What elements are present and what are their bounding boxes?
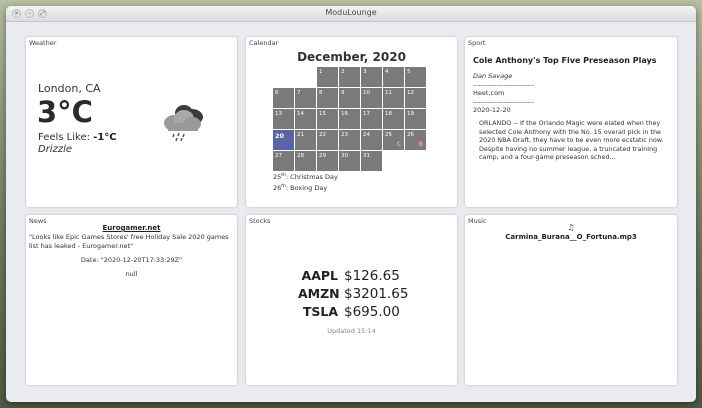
calendar-day[interactable]: 11 [383,88,404,108]
feels-like-label: Feels Like: [38,132,94,143]
stock-symbol: AAPL [301,268,338,283]
calendar-day[interactable]: 16 [339,109,360,129]
music-card: Music ♫ Carmina_Burana__O_Fortuna.mp3 [465,215,677,385]
holiday-item: 25th: Christmas Day [273,171,338,182]
stock-list: AAPL $126.65 AMZN $3201.65 TSLA $695.00 [298,268,408,322]
holiday-name: : Boxing Day [285,184,328,193]
stock-price: $695.00 [344,304,400,320]
sport-article-title[interactable]: Cole Anthony's Top Five Preseason Plays [473,56,656,65]
widget-grid: Weather London, CA 3°C Feels Like: -1°C … [26,37,682,387]
calendar-day[interactable]: 26 B [405,130,426,150]
calendar-day[interactable]: 1 [317,67,338,87]
calendar-day[interactable]: 9 [339,88,360,108]
calendar-day[interactable]: 27 [273,151,294,171]
holiday-item: 26th: Boxing Day [273,182,338,193]
calendar-holiday-list: 25th: Christmas Day 26th: Boxing Day [273,171,338,193]
holiday-marker: C [396,141,401,148]
sport-separator: -------------------------- [473,97,534,106]
calendar-label: Calendar [249,39,279,47]
calendar-day[interactable]: 22 [317,130,338,150]
calendar-day[interactable]: 2 [339,67,360,87]
calendar-day[interactable]: 12 [405,88,426,108]
stock-price: $126.65 [344,268,400,284]
sport-article-body: ORLANDO -- If the Orlando Magic were ela… [479,119,664,161]
holiday-marker: B [418,141,423,148]
stocks-label: Stocks [249,217,271,225]
calendar-day[interactable]: 15 [317,109,338,129]
weather-label: Weather [29,39,57,47]
weather-city: London, CA [38,82,101,95]
weather-feels-like: Feels Like: -1°C [38,132,117,143]
title-bar: × – ⤢ ModuLounge [6,6,696,22]
news-card: News Eurogamer.net "Looks like Epic Game… [26,215,237,385]
calendar-day[interactable]: 5 [405,67,426,87]
calendar-day-today[interactable]: 20 [273,130,294,150]
calendar-day[interactable]: 29 [317,151,338,171]
calendar-day[interactable]: 3 [361,67,382,87]
weather-card: Weather London, CA 3°C Feels Like: -1°C … [26,37,237,207]
calendar-day[interactable]: 31 [361,151,382,171]
sport-date: 2020-12-20 [473,106,511,114]
stock-row: TSLA $695.00 [298,304,408,322]
calendar-day[interactable]: 30 [339,151,360,171]
calendar-day[interactable]: 6 [273,88,294,108]
window-title: ModuLounge [325,8,377,17]
app-window: × – ⤢ ModuLounge Weather London, CA 3°C … [6,6,696,402]
sport-card: Sport Cole Anthony's Top Five Preseason … [465,37,677,207]
calendar-day[interactable]: 4 [383,67,404,87]
sport-separator: -------------------------- [473,80,534,89]
weather-description: Drizzle [38,144,73,155]
stock-symbol: TSLA [302,304,338,319]
stock-symbol: AMZN [298,286,340,301]
calendar-day[interactable]: 10 [361,88,382,108]
music-note-icon: ♫ [567,223,575,232]
calendar-day[interactable]: 17 [361,109,382,129]
stocks-updated-time: Updated 15:14 [327,327,376,335]
calendar-month-title: December, 2020 [297,50,406,64]
weather-temperature: 3°C [37,95,93,129]
sport-source: Heet.com [473,89,505,97]
music-track-name[interactable]: Carmina_Burana__O_Fortuna.mp3 [465,233,677,241]
calendar-day[interactable]: 18 [383,109,404,129]
news-body: null [125,270,138,278]
stock-price: $3201.65 [344,286,409,302]
calendar-day[interactable]: 14 [295,109,316,129]
news-headline: "Looks like Epic Games Stores' free Holi… [29,233,229,250]
feels-like-value: -1°C [93,132,117,143]
calendar-card: Calendar December, 2020 1 2 3 4 5 6 7 8 9 10 11 12 1… [246,37,457,207]
sport-article-meta: Dan Savage -------------------------- He… [473,72,534,115]
calendar-day[interactable]: 28 [295,151,316,171]
stock-row: AMZN $3201.65 [298,286,408,304]
calendar-day[interactable]: 24 [361,130,382,150]
cloud-rain-icon [160,103,208,147]
stock-row: AAPL $126.65 [298,268,408,286]
news-date: Date: "2020-12-20T17:33:29Z" [80,256,183,264]
calendar-day[interactable]: 23 [339,130,360,150]
calendar-day[interactable]: 8 [317,88,338,108]
sport-author: Dan Savage [473,72,513,80]
calendar-day[interactable]: 25 C [383,130,404,150]
stocks-card: Stocks AAPL $126.65 AMZN $3201.65 TSLA $… [246,215,457,385]
sport-label: Sport [468,39,486,47]
news-source-link[interactable]: Eurogamer.net [26,224,237,232]
calendar-day[interactable]: 13 [273,109,294,129]
holiday-name: : Christmas Day [285,173,338,182]
calendar-day[interactable]: 19 [405,109,426,129]
calendar-day[interactable]: 21 [295,130,316,150]
calendar-day[interactable]: 7 [295,88,316,108]
